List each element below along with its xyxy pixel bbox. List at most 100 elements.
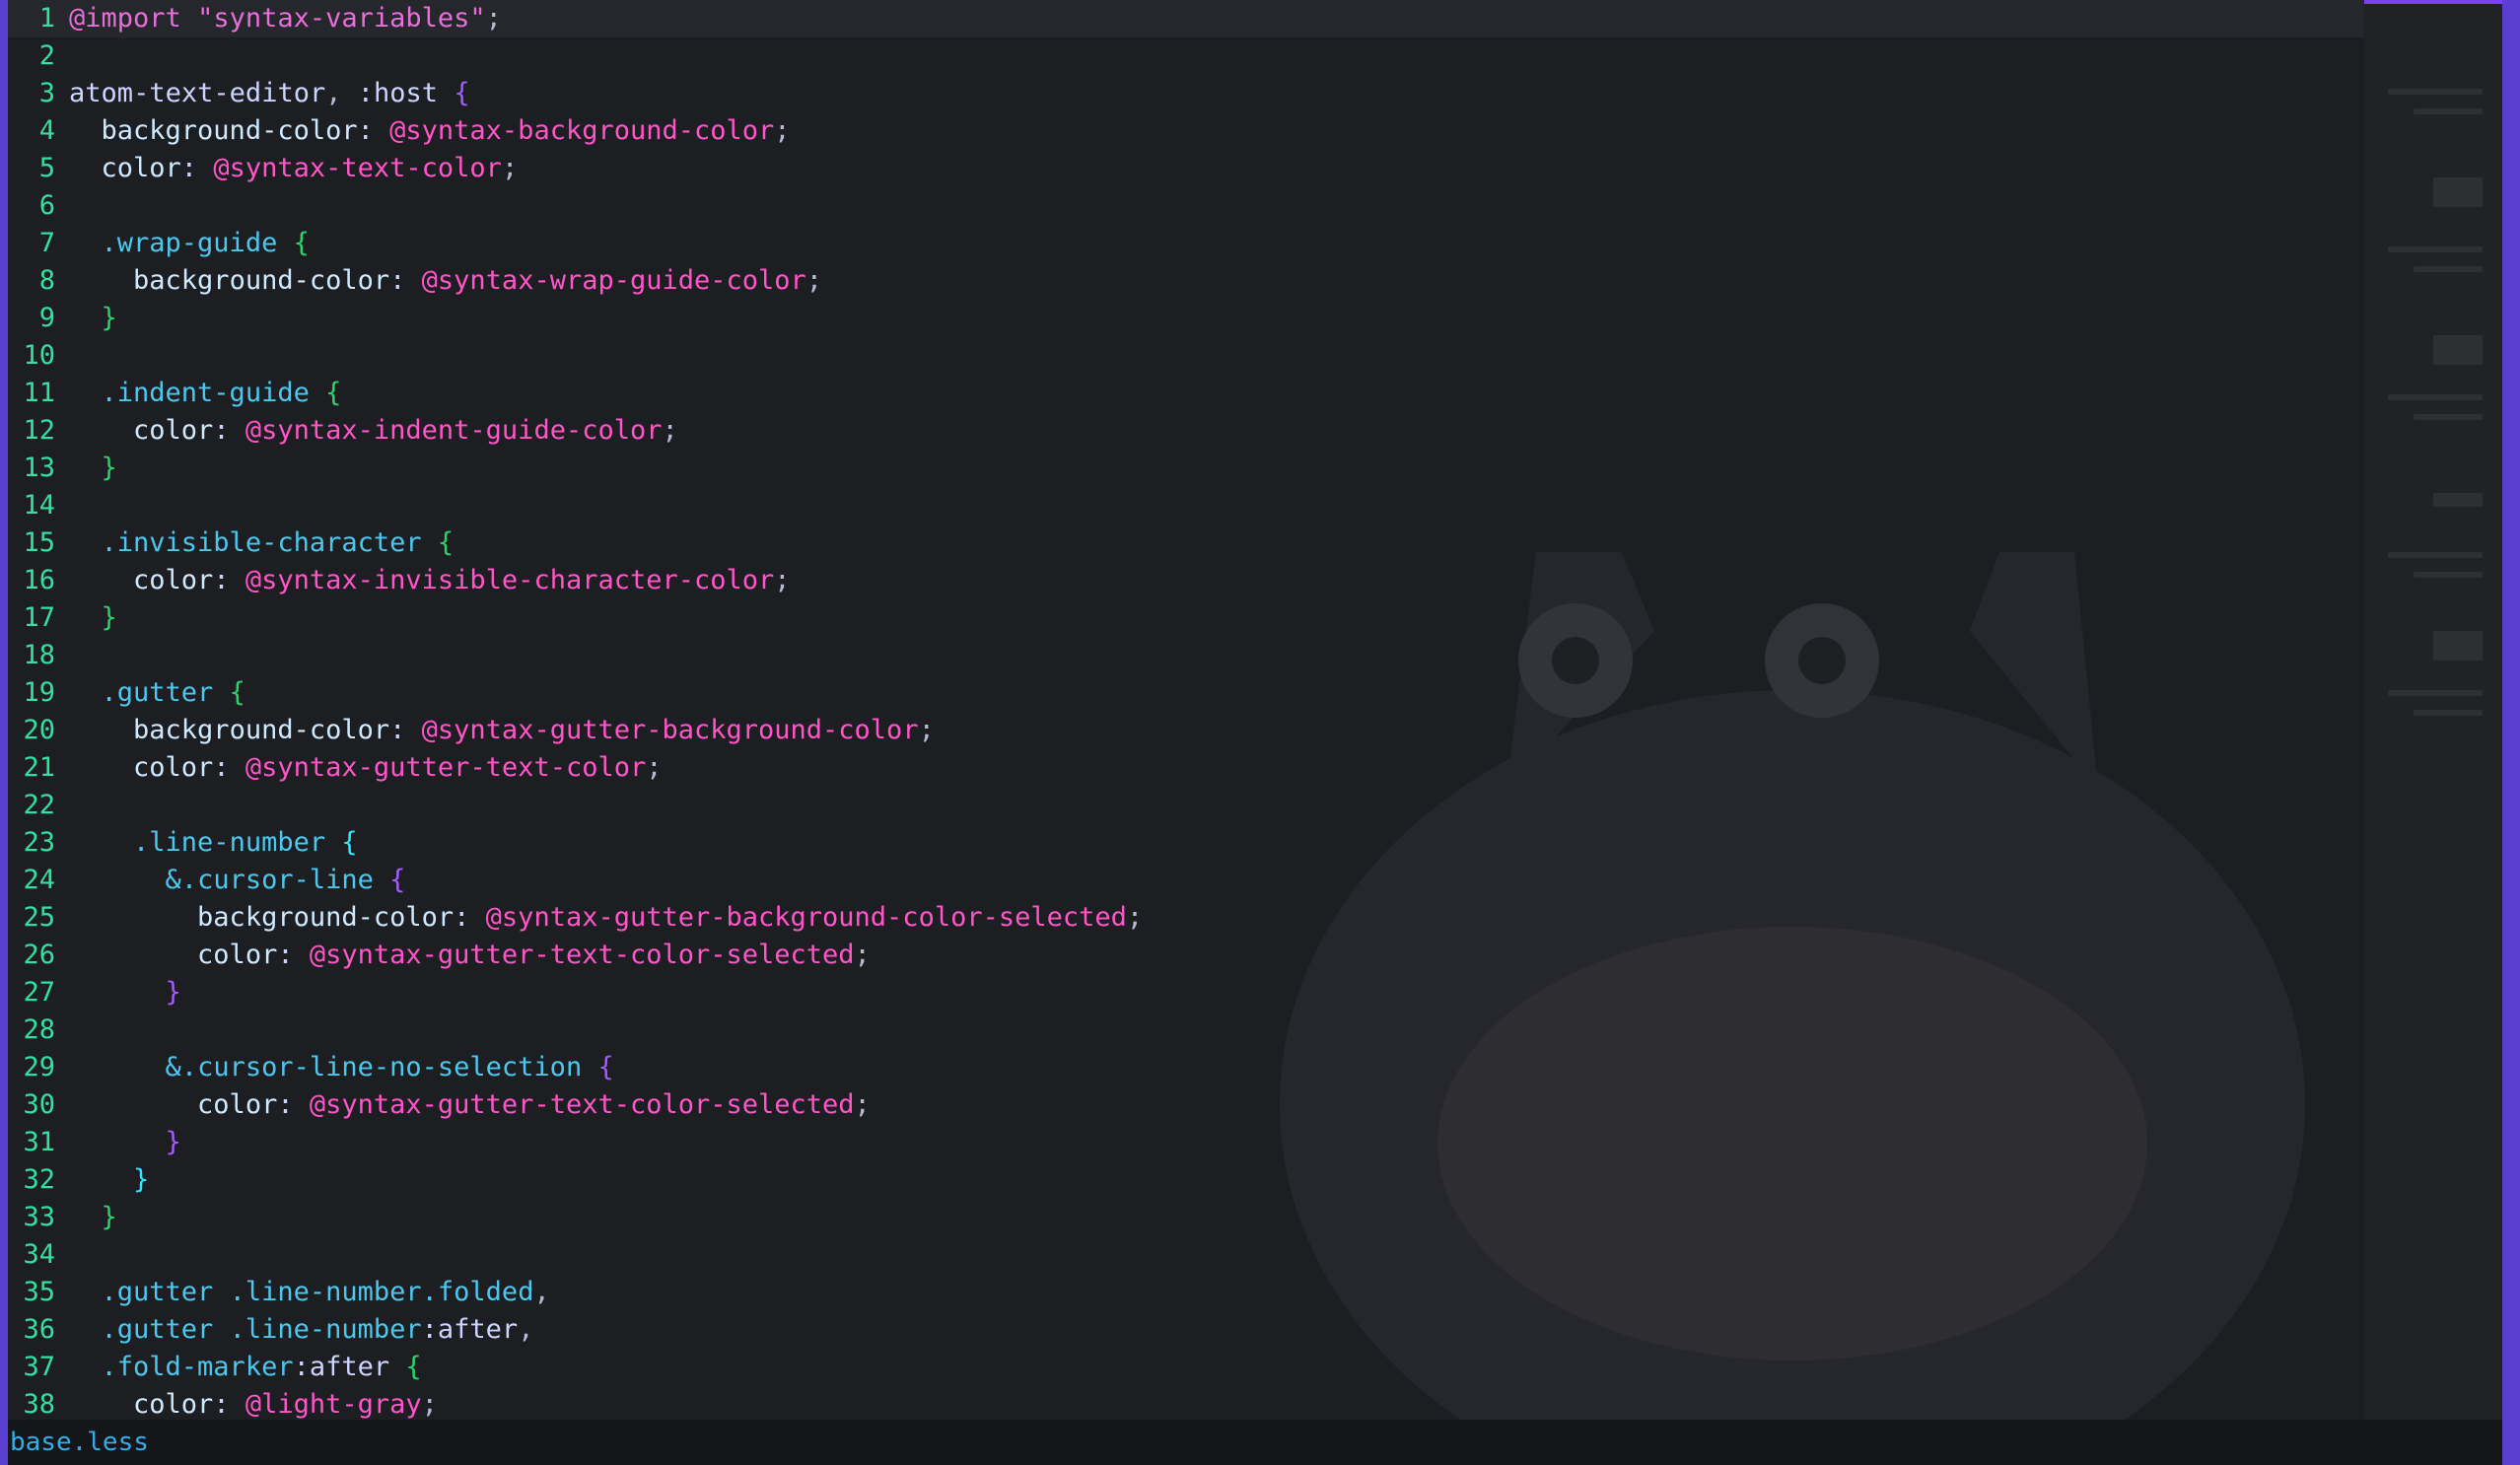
code-editor[interactable]: 1 @import "syntax-variables"; 2 3 atom-text-…	[8, 0, 2364, 1420]
line-number: 11	[23, 378, 55, 408]
line-code: background-color: @syntax-gutter-backgro…	[197, 902, 1144, 933]
code-line[interactable]: 16 color: @syntax-invisible-character-co…	[8, 562, 2364, 599]
code-line[interactable]: 36 .gutter .line-number:after,	[8, 1311, 2364, 1349]
line-number: 22	[23, 790, 55, 820]
line-number: 31	[23, 1127, 55, 1157]
line-code: }	[165, 977, 181, 1008]
line-number: 38	[23, 1389, 55, 1420]
line-code: .line-number {	[133, 827, 358, 858]
code-line[interactable]: 19 .gutter {	[8, 674, 2364, 712]
code-line[interactable]: 31 }	[8, 1124, 2364, 1161]
code-line[interactable]: 8 background-color: @syntax-wrap-guide-c…	[8, 262, 2364, 300]
code-line[interactable]: 32 }	[8, 1161, 2364, 1199]
line-code: .invisible-character {	[101, 527, 455, 558]
line-number: 24	[23, 865, 55, 895]
line-number: 12	[23, 415, 55, 446]
line-number: 21	[23, 752, 55, 783]
line-number: 16	[23, 565, 55, 595]
line-code: &.cursor-line {	[165, 865, 406, 895]
line-code: .indent-guide {	[101, 378, 342, 408]
line-number: 35	[23, 1277, 55, 1307]
line-number: 1	[38, 3, 55, 34]
code-line[interactable]: 11 .indent-guide {	[8, 375, 2364, 412]
line-code: color: @syntax-gutter-text-color;	[133, 752, 663, 783]
code-line[interactable]: 23 .line-number {	[8, 824, 2364, 862]
code-line[interactable]: 18	[8, 637, 2364, 674]
line-number: 29	[23, 1052, 55, 1082]
code-line[interactable]: 14	[8, 487, 2364, 524]
line-code: &.cursor-line-no-selection {	[165, 1052, 614, 1082]
code-line[interactable]: 20 background-color: @syntax-gutter-back…	[8, 712, 2364, 749]
code-line[interactable]: 9 }	[8, 300, 2364, 337]
line-code: .gutter .line-number.folded,	[101, 1277, 550, 1307]
line-number: 26	[23, 940, 55, 970]
line-number: 14	[23, 490, 55, 521]
line-number: 32	[23, 1164, 55, 1195]
line-number: 17	[23, 602, 55, 633]
status-filename[interactable]: base.less	[8, 1420, 149, 1465]
code-line[interactable]: 37 .fold-marker:after {	[8, 1349, 2364, 1386]
code-line[interactable]: 35 .gutter .line-number.folded,	[8, 1274, 2364, 1311]
code-line[interactable]: 17 }	[8, 599, 2364, 637]
code-line[interactable]: 27 }	[8, 974, 2364, 1012]
code-line[interactable]: 13 }	[8, 450, 2364, 487]
code-line[interactable]: 6	[8, 187, 2364, 225]
code-line[interactable]: 10	[8, 337, 2364, 375]
line-code: background-color: @syntax-background-col…	[101, 115, 791, 146]
line-code: .wrap-guide {	[101, 228, 310, 258]
line-number: 15	[23, 527, 55, 558]
code-line[interactable]: 30 color: @syntax-gutter-text-color-sele…	[8, 1086, 2364, 1124]
line-number: 25	[23, 902, 55, 933]
line-number: 37	[23, 1352, 55, 1382]
line-code: }	[101, 453, 117, 483]
line-number: 4	[38, 115, 55, 146]
line-number: 30	[23, 1089, 55, 1120]
line-code: atom-text-editor, :host {	[69, 78, 470, 108]
code-line[interactable]: 4 background-color: @syntax-background-c…	[8, 112, 2364, 150]
line-code: @import "syntax-variables";	[69, 3, 502, 34]
line-number: 18	[23, 640, 55, 670]
code-line[interactable]: 1 @import "syntax-variables";	[8, 0, 2364, 37]
code-line[interactable]: 15 .invisible-character {	[8, 524, 2364, 562]
code-line[interactable]: 2	[8, 37, 2364, 75]
code-line[interactable]: 33 }	[8, 1199, 2364, 1236]
line-code: color: @syntax-invisible-character-color…	[133, 565, 791, 595]
line-code: color: @syntax-text-color;	[101, 153, 519, 183]
line-code: .fold-marker:after {	[101, 1352, 422, 1382]
line-code: color: @syntax-indent-guide-color;	[133, 415, 678, 446]
code-line[interactable]: 28	[8, 1012, 2364, 1049]
line-code: }	[133, 1164, 150, 1195]
code-line[interactable]: 7 .wrap-guide {	[8, 225, 2364, 262]
line-number: 3	[38, 78, 55, 108]
code-line[interactable]: 21 color: @syntax-gutter-text-color;	[8, 749, 2364, 787]
line-code: color: @syntax-gutter-text-color-selecte…	[197, 940, 871, 970]
minimap[interactable]	[2364, 0, 2502, 1420]
code-line[interactable]: 26 color: @syntax-gutter-text-color-sele…	[8, 937, 2364, 974]
code-line[interactable]: 24 &.cursor-line {	[8, 862, 2364, 899]
line-code: background-color: @syntax-gutter-backgro…	[133, 715, 935, 745]
line-number: 10	[23, 340, 55, 371]
line-code: .gutter .line-number:after,	[101, 1314, 534, 1345]
code-line[interactable]: 3 atom-text-editor, :host {	[8, 75, 2364, 112]
line-number: 9	[38, 303, 55, 333]
code-line[interactable]: 12 color: @syntax-indent-guide-color;	[8, 412, 2364, 450]
code-line[interactable]: 22	[8, 787, 2364, 824]
line-code: }	[101, 303, 117, 333]
code-line[interactable]: 34	[8, 1236, 2364, 1274]
line-number: 34	[23, 1239, 55, 1270]
line-number: 6	[38, 190, 55, 221]
code-line[interactable]: 38 color: @light-gray;	[8, 1386, 2364, 1424]
code-line[interactable]: 25 background-color: @syntax-gutter-back…	[8, 899, 2364, 937]
code-line[interactable]: 29 &.cursor-line-no-selection {	[8, 1049, 2364, 1086]
line-number: 8	[38, 265, 55, 296]
line-number: 27	[23, 977, 55, 1008]
line-number: 5	[38, 153, 55, 183]
line-code: background-color: @syntax-wrap-guide-col…	[133, 265, 823, 296]
line-code: .gutter {	[101, 677, 245, 708]
line-number: 36	[23, 1314, 55, 1345]
line-number: 19	[23, 677, 55, 708]
line-code: }	[165, 1127, 181, 1157]
code-line[interactable]: 5 color: @syntax-text-color;	[8, 150, 2364, 187]
line-code: color: @syntax-gutter-text-color-selecte…	[197, 1089, 871, 1120]
line-number: 7	[38, 228, 55, 258]
